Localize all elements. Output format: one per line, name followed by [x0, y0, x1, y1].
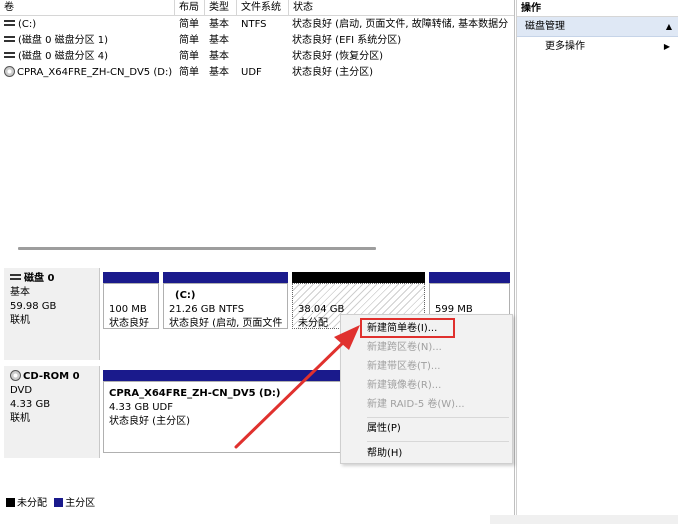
- volume-status: 状态良好 (恢复分区): [292, 51, 383, 62]
- menu-item-new-spanned-volume: 新建跨区卷(N)...: [367, 342, 442, 353]
- volume-filesystem: [241, 33, 289, 49]
- status-bar: [490, 515, 678, 524]
- collapse-up-icon[interactable]: ▲: [666, 17, 672, 37]
- table-row[interactable]: (C:) 简单 基本 NTFS 状态良好 (启动, 页面文件, 故障转储, 基本…: [0, 17, 514, 33]
- legend-swatch-primary: [54, 497, 64, 507]
- disk-kind: DVD: [10, 385, 33, 396]
- cdrom-0-label[interactable]: CD-ROM 0 DVD 4.33 GB 联机: [4, 366, 100, 458]
- partition-status: 状态良好: [109, 318, 149, 329]
- volume-status: 状态良好 (主分区): [292, 67, 373, 78]
- drive-icon: [4, 52, 15, 58]
- column-header-filesystem[interactable]: 文件系统: [237, 0, 289, 16]
- volume-type: 基本: [209, 51, 229, 62]
- more-actions-label: 更多操作: [545, 41, 585, 52]
- volume-type: 基本: [209, 19, 229, 30]
- table-row[interactable]: (磁盘 0 磁盘分区 4) 简单 基本 状态良好 (恢复分区): [0, 49, 514, 65]
- volume-type: 基本: [209, 67, 229, 78]
- legend-primary: 主分区: [65, 498, 96, 509]
- volume-type: 基本: [209, 35, 229, 46]
- table-row[interactable]: CPRA_X64FRE_ZH-CN_DV5 (D:) 简单 基本 UDF 状态良…: [0, 65, 514, 81]
- cd-icon: [4, 65, 15, 77]
- partition-size: 21.26 GB NTFS: [169, 304, 245, 315]
- partition-bar-primary: [429, 272, 510, 283]
- disk-title: 磁盘 0: [24, 273, 55, 284]
- cd-icon: [10, 369, 21, 381]
- disk-size: 59.98 GB: [10, 301, 57, 312]
- partition-efi[interactable]: 100 MB 状态良好: [103, 283, 159, 329]
- menu-item-properties[interactable]: 属性(P): [367, 419, 401, 438]
- legend-swatch-unallocated: [6, 497, 15, 507]
- volume-list-pane: 卷 布局 类型 文件系统 状态 (C:) 简单 基本 NTFS 状态良好 (启动…: [0, 0, 515, 262]
- drive-icon: [4, 20, 15, 26]
- column-header-type[interactable]: 类型: [205, 0, 237, 16]
- menu-separator: [367, 441, 509, 442]
- disk-kind: 基本: [10, 287, 30, 298]
- volume-filesystem: [241, 49, 289, 65]
- volume-filesystem: NTFS: [241, 19, 267, 30]
- volume-name: (磁盘 0 磁盘分区 4): [18, 51, 109, 62]
- actions-pane: 操作 磁盘管理 ▲ 更多操作 ▶: [516, 0, 678, 524]
- menu-separator: [367, 417, 509, 418]
- volume-filesystem: UDF: [241, 67, 262, 78]
- column-header-status[interactable]: 状态: [289, 0, 514, 16]
- volume-layout: 简单: [179, 19, 199, 30]
- drive-icon: [10, 274, 21, 280]
- disk-state: 联机: [10, 315, 30, 326]
- actions-section-label: 磁盘管理: [525, 21, 565, 32]
- more-actions-item[interactable]: 更多操作 ▶: [517, 37, 678, 57]
- menu-item-new-raid5-volume: 新建 RAID-5 卷(W)...: [367, 399, 465, 410]
- partition-letter: [298, 289, 419, 303]
- highlight-box: [360, 318, 455, 338]
- partition-letter: [435, 289, 504, 303]
- volume-layout: 简单: [179, 51, 199, 62]
- menu-item-new-striped-volume: 新建带区卷(T)...: [367, 361, 441, 372]
- horizontal-scrollbar[interactable]: [18, 247, 376, 250]
- table-row[interactable]: (磁盘 0 磁盘分区 1) 简单 基本 状态良好 (EFI 系统分区): [0, 33, 514, 49]
- partition-letter: [109, 289, 153, 303]
- partition-c[interactable]: (C:) 21.26 GB NTFS 状态良好 (启动, 页面文件: [163, 283, 288, 329]
- actions-section-disk-management[interactable]: 磁盘管理 ▲: [517, 17, 678, 37]
- volume-status: 状态良好 (EFI 系统分区): [292, 35, 402, 46]
- partition-bar-primary: [163, 272, 288, 283]
- legend-unallocated: 未分配: [17, 498, 47, 509]
- actions-title: 操作: [517, 0, 678, 17]
- column-header-layout[interactable]: 布局: [175, 0, 205, 16]
- disk-state: 联机: [10, 413, 30, 424]
- volume-name: CPRA_X64FRE_ZH-CN_DV5 (D:): [17, 67, 173, 78]
- legend: 未分配 主分区: [6, 497, 96, 510]
- partition-bar-unallocated: [292, 272, 425, 283]
- volume-name: (磁盘 0 磁盘分区 1): [18, 35, 109, 46]
- disk-0-label[interactable]: 磁盘 0 基本 59.98 GB 联机: [4, 268, 100, 360]
- volume-list-header: 卷 布局 类型 文件系统 状态: [0, 0, 514, 16]
- volume-status: 状态良好 (启动, 页面文件, 故障转储, 基本数据分: [292, 19, 509, 30]
- menu-item-new-mirrored-volume: 新建镜像卷(R)...: [367, 380, 442, 391]
- partition-status: 状态良好 (启动, 页面文件: [169, 318, 283, 329]
- partition-size: 100 MB: [109, 304, 147, 315]
- column-header-volume[interactable]: 卷: [0, 0, 175, 16]
- volume-layout: 简单: [179, 35, 199, 46]
- partition-bar-primary: [103, 272, 159, 283]
- disk-size: 4.33 GB: [10, 399, 51, 410]
- partition-letter: (C:): [175, 290, 196, 301]
- drive-icon: [4, 36, 15, 42]
- disk-title: CD-ROM 0: [23, 371, 80, 382]
- volume-layout: 简单: [179, 67, 199, 78]
- menu-item-help[interactable]: 帮助(H): [367, 444, 402, 463]
- chevron-right-icon: ▶: [663, 42, 670, 51]
- volume-name: (C:): [18, 19, 37, 30]
